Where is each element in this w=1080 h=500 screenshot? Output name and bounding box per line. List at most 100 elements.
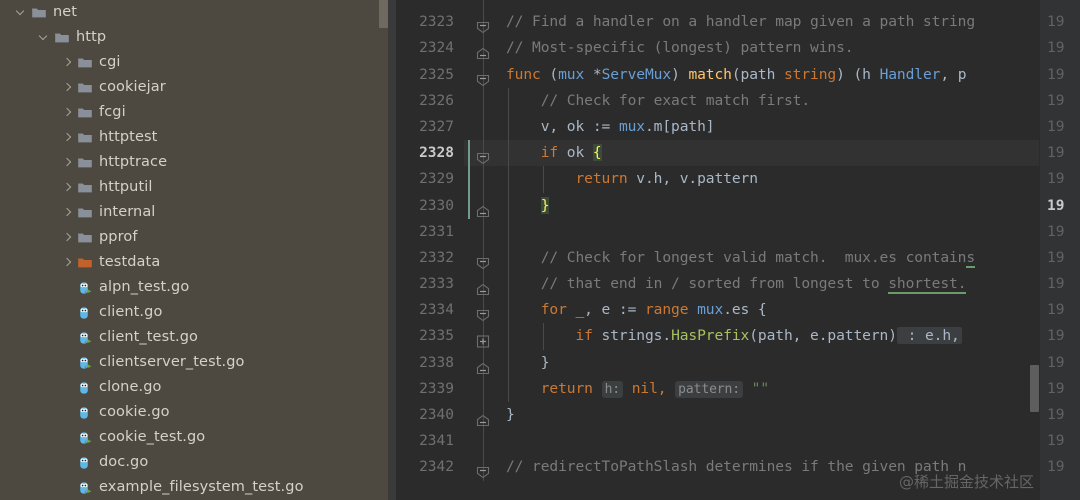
fold-gutter[interactable] xyxy=(464,166,504,193)
code-text[interactable]: // that end in / sorted from longest to … xyxy=(504,271,1080,298)
code-line[interactable]: 2330 } xyxy=(396,192,1080,219)
tree-item[interactable]: net xyxy=(0,0,396,25)
fold-gutter[interactable] xyxy=(464,87,504,114)
chevron-right-icon[interactable] xyxy=(60,55,75,70)
code-text[interactable] xyxy=(504,428,1080,454)
code-line[interactable]: 2325 func (mux *ServeMux) match(path stri… xyxy=(396,61,1080,88)
fold-gutter[interactable] xyxy=(464,61,504,88)
code-line[interactable]: 2341 xyxy=(396,428,1080,455)
code-text[interactable] xyxy=(504,218,1080,245)
tree-item[interactable]: fcgi xyxy=(0,100,396,125)
fold-end-icon[interactable] xyxy=(476,278,490,296)
code-line[interactable]: 2331 xyxy=(396,218,1080,245)
sidebar-scrollbar-thumb[interactable] xyxy=(379,0,388,28)
code-line[interactable]: 2334 for _, e := range mux.es { xyxy=(396,297,1080,324)
code-line[interactable]: 2338 } xyxy=(396,349,1080,376)
fold-gutter[interactable] xyxy=(464,140,504,167)
code-line[interactable]: 2340} xyxy=(396,402,1080,429)
code-line[interactable]: 2332 // Check for longest valid match. m… xyxy=(396,244,1080,272)
code-line[interactable]: 2339 return h: nil, pattern: "" xyxy=(396,375,1080,402)
code-text[interactable]: v, ok := mux.m[path] xyxy=(504,113,1080,141)
fold-gutter[interactable] xyxy=(464,454,504,481)
code-text[interactable]: // Most-specific (longest) pattern wins. xyxy=(504,35,1080,61)
fold-collapse-icon[interactable] xyxy=(476,16,490,34)
editor-lines[interactable]: 2322 2323 // Find a handler on a handler m… xyxy=(396,0,1080,481)
fold-gutter[interactable] xyxy=(464,271,504,298)
chevron-right-icon[interactable] xyxy=(60,255,75,270)
project-tree[interactable]: net http cgi cookiejar fcgi httptest httptrace… xyxy=(0,0,396,500)
tree-item[interactable]: alpn_test.go xyxy=(0,275,396,300)
tree-item[interactable]: cookie.go xyxy=(0,400,396,425)
tree-item[interactable]: clientserver_test.go xyxy=(0,350,396,375)
code-text[interactable]: } xyxy=(504,192,1080,219)
code-text[interactable]: // redirectToPathSlash determines if the… xyxy=(504,454,1080,480)
tree-item[interactable]: cookiejar xyxy=(0,75,396,100)
tree-item[interactable]: doc.go xyxy=(0,450,396,475)
code-line[interactable]: 2324 // Most-specific (longest) pattern w… xyxy=(396,35,1080,62)
code-text[interactable]: // Check for longest valid match. mux.es… xyxy=(504,244,1080,272)
fold-gutter[interactable] xyxy=(464,113,504,141)
fold-gutter[interactable] xyxy=(464,375,504,402)
chevron-right-icon[interactable] xyxy=(60,180,75,195)
tree-item[interactable]: httptest xyxy=(0,125,396,150)
sidebar-scrollbar-track[interactable] xyxy=(388,0,396,500)
code-line[interactable]: 2342 // redirectToPathSlash determines if… xyxy=(396,454,1080,481)
tree-item[interactable]: clone.go xyxy=(0,375,396,400)
chevron-right-icon[interactable] xyxy=(60,230,75,245)
tree-item[interactable]: example_filesystem_test.go xyxy=(0,475,396,500)
code-text[interactable]: } xyxy=(504,349,1080,376)
fold-collapse-icon[interactable] xyxy=(476,461,490,479)
code-text[interactable]: // Check for exact match first. xyxy=(504,87,1080,114)
chevron-right-icon[interactable] xyxy=(60,130,75,145)
code-text[interactable]: for _, e := range mux.es { xyxy=(504,297,1080,324)
tree-item[interactable]: testdata xyxy=(0,250,396,275)
tree-item[interactable]: client.go xyxy=(0,300,396,325)
code-text[interactable]: // Find a handler on a handler map given… xyxy=(504,9,1080,35)
fold-end-icon[interactable] xyxy=(476,42,490,60)
code-editor[interactable]: 2322 2323 // Find a handler on a handler m… xyxy=(396,0,1080,500)
tree-item[interactable]: httptrace xyxy=(0,150,396,175)
fold-gutter[interactable] xyxy=(464,218,504,245)
code-text[interactable]: } xyxy=(504,402,1080,428)
fold-collapse-icon[interactable] xyxy=(476,304,490,322)
chevron-right-icon[interactable] xyxy=(60,205,75,220)
chevron-right-icon[interactable] xyxy=(60,105,75,120)
editor-scrollbar-thumb[interactable] xyxy=(1030,365,1039,412)
split-editor-line-numbers[interactable]: 19 19 19 19 19 19 19 19 19 19 19 19 19 19 19 19 19 19 19 xyxy=(1039,0,1080,500)
code-line[interactable]: 2329 return v.h, v.pattern xyxy=(396,166,1080,193)
chevron-right-icon[interactable] xyxy=(60,155,75,170)
code-text[interactable]: if strings.HasPrefix(path, e.pattern) : … xyxy=(504,323,1080,350)
code-text[interactable]: func (mux *ServeMux) match(path string) … xyxy=(504,62,1080,88)
chevron-down-icon[interactable] xyxy=(37,30,52,45)
fold-gutter[interactable] xyxy=(464,9,504,36)
tree-item[interactable]: internal xyxy=(0,200,396,225)
code-line[interactable]: 2322 xyxy=(396,0,1080,10)
tree-item[interactable]: client_test.go xyxy=(0,325,396,350)
fold-gutter[interactable] xyxy=(464,323,504,350)
fold-gutter[interactable] xyxy=(464,0,504,10)
fold-gutter[interactable] xyxy=(464,428,504,455)
code-line[interactable]: 2323 // Find a handler on a handler map g… xyxy=(396,9,1080,36)
code-line[interactable]: 2328 if ok { xyxy=(396,140,1080,167)
project-sidebar[interactable]: net http cgi cookiejar fcgi httptest httptrace… xyxy=(0,0,396,500)
tree-item[interactable]: cgi xyxy=(0,50,396,75)
fold-gutter[interactable] xyxy=(464,192,504,219)
fold-end-icon[interactable] xyxy=(476,357,490,374)
tree-item[interactable]: cookie_test.go xyxy=(0,425,396,450)
fold-end-icon[interactable] xyxy=(476,409,490,427)
code-text[interactable] xyxy=(504,0,1080,9)
code-line[interactable]: 2326 // Check for exact match first. xyxy=(396,87,1080,114)
code-line[interactable]: 2333 // that end in / sorted from longes… xyxy=(396,271,1080,298)
fold-end-icon[interactable] xyxy=(476,200,490,217)
code-line[interactable]: 2335 if strings.HasPrefix(path, e.patter… xyxy=(396,323,1080,350)
fold-gutter[interactable] xyxy=(464,349,504,376)
fold-collapse-icon[interactable] xyxy=(476,147,490,165)
tree-item[interactable]: pprof xyxy=(0,225,396,250)
fold-expand-icon[interactable] xyxy=(476,330,490,348)
fold-gutter[interactable] xyxy=(464,297,504,324)
code-text[interactable]: return v.h, v.pattern xyxy=(504,166,1080,193)
fold-collapse-icon[interactable] xyxy=(476,252,490,270)
code-text[interactable]: if ok { xyxy=(504,140,1080,167)
fold-collapse-icon[interactable] xyxy=(476,69,490,86)
fold-gutter[interactable] xyxy=(464,35,504,62)
